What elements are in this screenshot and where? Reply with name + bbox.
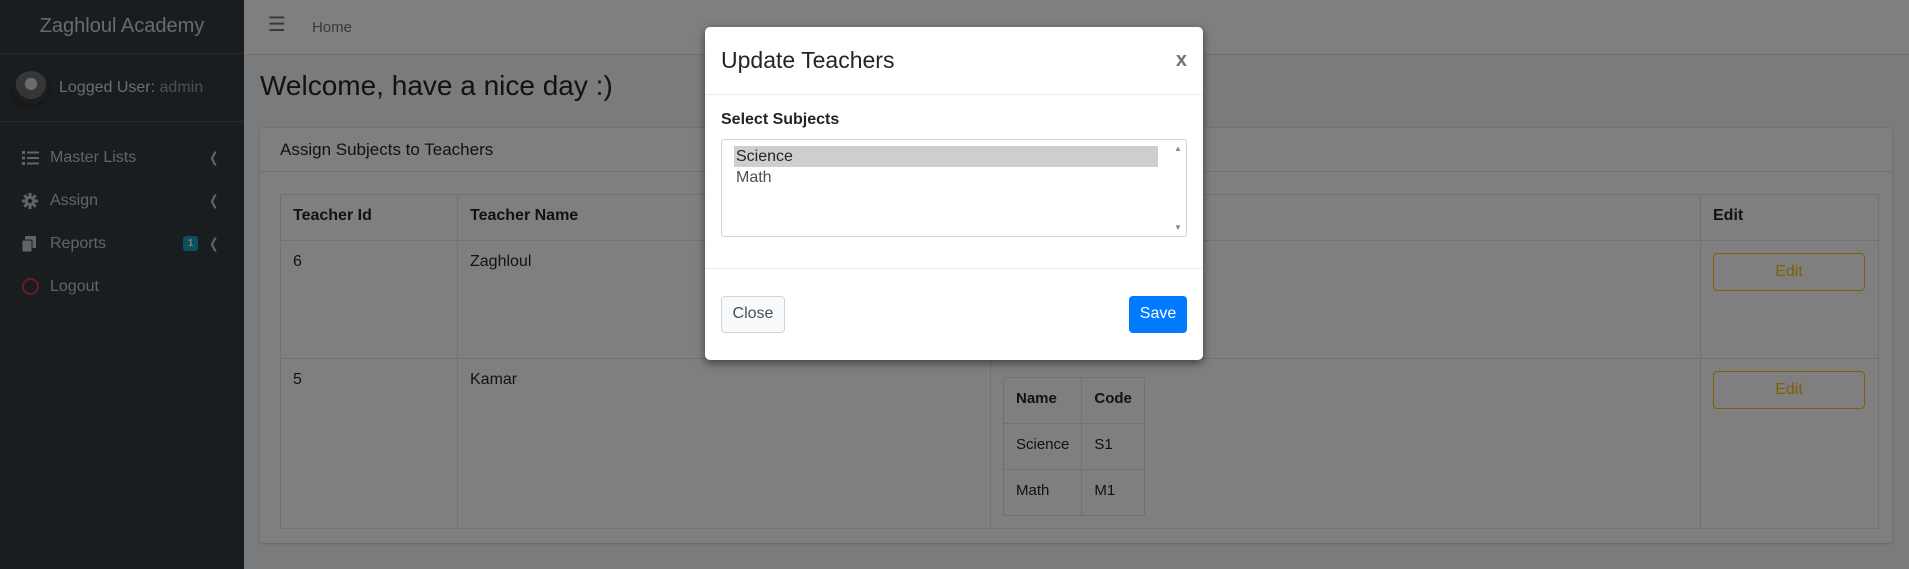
modal-body: Select Subjects Science Math ▲ ▼: [705, 95, 1203, 269]
subjects-multiselect[interactable]: Science Math ▲ ▼: [721, 139, 1187, 237]
modal-header: Update Teachers x: [705, 27, 1203, 95]
scroll-down-icon[interactable]: ▼: [1174, 223, 1182, 232]
close-icon[interactable]: x: [1176, 49, 1187, 72]
select-subjects-label: Select Subjects: [721, 111, 840, 128]
update-teachers-modal: Update Teachers x Select Subjects Scienc…: [705, 27, 1203, 360]
scroll-up-icon[interactable]: ▲: [1174, 144, 1182, 153]
modal-title: Update Teachers: [721, 47, 895, 73]
modal-footer: Close Save: [705, 269, 1203, 359]
option-science[interactable]: Science: [734, 146, 1158, 167]
save-button[interactable]: Save: [1129, 295, 1187, 333]
close-button[interactable]: Close: [721, 295, 785, 333]
option-math[interactable]: Math: [734, 167, 1174, 188]
listbox-scrollbar[interactable]: ▲ ▼: [1170, 140, 1186, 236]
